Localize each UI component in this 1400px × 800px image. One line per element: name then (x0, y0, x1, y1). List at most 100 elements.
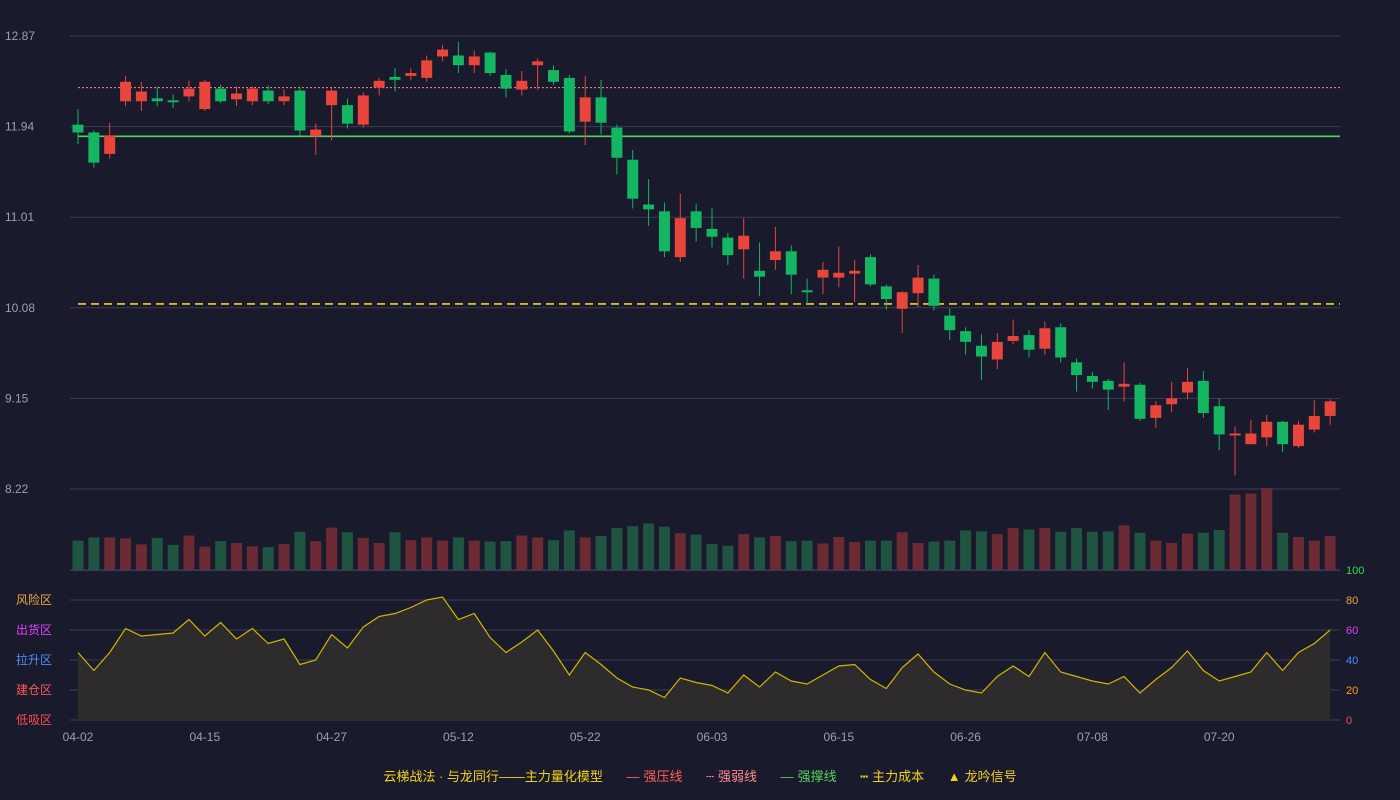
candle-body (1197, 380, 1209, 414)
candle-body (231, 93, 242, 100)
candle-body (801, 290, 813, 293)
candle-body (1292, 424, 1304, 447)
candle-body (500, 74, 512, 89)
legend-item-dragon-signal[interactable]: ▲ 龙吟信号 (948, 766, 1017, 785)
legend-item-strong-pressure[interactable]: — 强压线 (627, 766, 683, 785)
candle-body (278, 96, 290, 102)
candle-body (1229, 433, 1241, 436)
volume-bar (452, 537, 464, 570)
candle-body (484, 52, 496, 74)
volume-bar (595, 535, 607, 570)
candle-body (928, 278, 940, 306)
volume-bar (1245, 493, 1257, 570)
volume-bar (1086, 531, 1098, 570)
legend-item-strong-weak[interactable]: ┄ 强弱线 (706, 766, 757, 785)
volume-bar (500, 541, 512, 570)
volume-bar (548, 540, 559, 570)
legend-label-main-cost: 主力成本 (872, 769, 925, 784)
legend-item-main-cost[interactable]: ┅ 主力成本 (860, 766, 924, 785)
volume-bar (135, 544, 147, 570)
chart-legend: 云梯战法 · 与龙同行——主力量化模型 — 强压线 ┄ 强弱线 — 强撑线 ┅ 主力成本… (0, 766, 1400, 785)
volume-bar (484, 541, 496, 570)
candle-body (1277, 421, 1289, 445)
candle-body (373, 80, 385, 88)
candle-body (1182, 381, 1193, 393)
candle-body (167, 100, 179, 103)
volume-bar (310, 541, 322, 570)
volume-bar (627, 526, 639, 570)
volume-bar (769, 535, 781, 570)
volume-bar (849, 542, 861, 570)
candle-body (563, 77, 575, 132)
price-tick-label: 12.87 (5, 29, 35, 43)
candle-body (294, 90, 306, 131)
legend-pressure-line-icon: — (626, 769, 640, 784)
volume-bar (1071, 528, 1083, 570)
volume-bar (754, 537, 766, 570)
x-tick-label: 06-26 (950, 730, 981, 744)
price-tick-label: 11.94 (5, 120, 34, 134)
x-tick-label: 05-12 (443, 730, 474, 744)
candle-body (738, 235, 750, 250)
volume-bar (167, 544, 179, 570)
x-tick-label: 06-03 (697, 730, 728, 744)
volume-bar (1118, 525, 1130, 570)
triangle-icon: ▲ (947, 769, 961, 784)
volume-bar (674, 533, 686, 570)
candle-body (1150, 405, 1162, 418)
indicator-tick-label: 0 (1346, 715, 1352, 727)
candle-body (991, 341, 1003, 360)
indicator-tick-label: 80 (1346, 595, 1358, 607)
candle-body (1166, 398, 1178, 405)
candle-body (120, 81, 132, 102)
volume-bar (421, 537, 433, 570)
candle-body (341, 105, 353, 124)
volume-bar (1182, 533, 1193, 570)
zone-label: 低吸区 (16, 713, 52, 727)
candle-body (643, 204, 655, 210)
zone-label: 出货区 (16, 622, 52, 637)
candle-body (944, 315, 956, 331)
price-tick-label: 11.01 (5, 210, 34, 224)
volume-bar (72, 540, 84, 570)
candle-body (849, 270, 861, 274)
x-tick-label: 04-27 (316, 730, 347, 744)
volume-bar (1292, 536, 1304, 570)
price-tick-label: 10.08 (5, 301, 35, 315)
volume-bar (563, 530, 575, 570)
candle-body (706, 228, 718, 237)
zone-label: 风险区 (16, 592, 52, 607)
volume-bar (326, 527, 338, 570)
candle-body (1071, 362, 1083, 376)
x-tick-label: 06-15 (823, 730, 854, 744)
volume-bar (896, 532, 908, 570)
volume-bar (1166, 542, 1178, 570)
candle-body (579, 97, 591, 122)
candle-body (548, 70, 559, 82)
volume-bar (991, 534, 1003, 570)
volume-bar (975, 531, 987, 570)
volume-bar (690, 534, 702, 570)
volume-bar (785, 541, 797, 570)
candle-body (1086, 375, 1098, 382)
candle-body (611, 127, 623, 158)
candle-body (72, 124, 84, 133)
candle-body (516, 80, 528, 90)
volume-bar (722, 545, 734, 570)
volume-bar (120, 538, 132, 570)
volume-bar (1102, 531, 1114, 570)
volume-bar (294, 531, 306, 570)
volume-bar (1150, 540, 1162, 570)
candle-body (1039, 328, 1051, 349)
candle-body (769, 251, 781, 261)
indicator-tick-label: 20 (1346, 685, 1358, 697)
volume-bar (437, 540, 449, 570)
price-tick-label: 8.22 (5, 482, 29, 496)
candle-body (833, 272, 845, 278)
candle-body (627, 159, 639, 199)
candle-body (357, 95, 369, 125)
volume-bar (1308, 540, 1320, 570)
candle-body (215, 88, 227, 102)
candle-body (532, 61, 544, 66)
legend-item-strong-support[interactable]: — 强撑线 (781, 766, 837, 785)
